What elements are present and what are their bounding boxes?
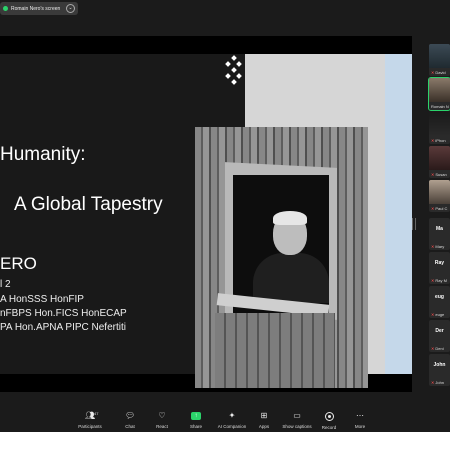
video-thumbnail <box>429 180 450 204</box>
video-thumbnail <box>429 112 450 136</box>
participant-name: Mary <box>435 244 445 249</box>
credential-line: A HonSSS HonFIP <box>0 294 84 305</box>
participant-tile[interactable]: Ray ✕ Ray M <box>429 252 450 284</box>
window-photograph <box>195 127 368 388</box>
chat-label: Chat <box>125 424 135 429</box>
participant-initials: Ray <box>434 260 445 266</box>
slide-blue-panel <box>385 54 412 374</box>
screen-share-indicator[interactable]: Romain Nero's screen ⌄ <box>0 2 78 15</box>
more-icon: ⋯ <box>356 411 364 420</box>
participant-tile[interactable]: ✕ David <box>429 44 450 76</box>
share-button[interactable]: ↑ Share <box>178 412 214 429</box>
participant-tile[interactable]: eug ✕ euge <box>429 286 450 318</box>
react-button[interactable]: ♡ React <box>144 411 180 430</box>
ai-companion-button[interactable]: ✦ AI Companion <box>214 411 250 430</box>
credential-line: PA Hon.APNA PIPC Nefertiti <box>0 322 126 333</box>
ai-companion-label: AI Companion <box>217 424 247 429</box>
video-thumbnail <box>429 44 450 68</box>
participant-name: Romain N <box>431 104 449 109</box>
more-button[interactable]: ⋯ More <box>342 411 378 430</box>
record-icon <box>324 412 334 421</box>
more-label: More <box>354 424 366 429</box>
desktop-background <box>0 432 450 450</box>
chat-icon: 💬︎ <box>125 411 136 420</box>
credential-line: l 2 <box>0 279 11 290</box>
participant-initials: Ma <box>436 226 443 232</box>
sparkle-icon: ✦ <box>228 411 236 420</box>
mic-muted-icon: ✕ <box>431 278 435 283</box>
presenter-name: ERO <box>0 254 37 273</box>
participants-button[interactable]: 👥︎ 47 Participants <box>72 411 108 429</box>
participant-name: Deni <box>435 346 444 351</box>
video-thumbnail <box>429 146 450 170</box>
chevron-down-icon[interactable]: ⌄ <box>66 4 75 13</box>
heart-icon: ♡ <box>158 411 166 420</box>
mic-muted-icon: ✕ <box>431 346 435 351</box>
mic-muted-icon: ✕ <box>431 206 435 211</box>
participant-tile[interactable]: Ma ✕ Mary <box>429 218 450 250</box>
captions-button[interactable]: ▭ Show captions <box>279 411 315 430</box>
shared-screen: Humanity: A Global Tapestry ERO l 2 A Ho… <box>0 36 412 392</box>
participant-initials: eug <box>435 294 444 300</box>
share-icon: ↑ <box>191 412 201 420</box>
participant-name: iPhon <box>435 138 446 143</box>
react-label: React <box>156 424 168 429</box>
credential-line: nFBPS Hon.FICS HonECAP <box>0 308 127 319</box>
chat-button[interactable]: 💬︎ Chat <box>112 411 148 430</box>
share-status-dot <box>3 6 8 11</box>
participant-tile[interactable]: John ✕ John <box>429 354 450 386</box>
participant-name: Paul C <box>435 206 448 211</box>
participant-initials: Der <box>435 328 444 334</box>
share-label: Share <box>189 424 202 429</box>
slide-decor-dots <box>225 55 242 85</box>
mic-muted-icon: ✕ <box>431 172 435 177</box>
participants-label: Participants <box>78 424 102 429</box>
mic-muted-icon: ✕ <box>431 312 435 317</box>
participant-name: David <box>435 70 446 75</box>
participant-tile[interactable]: ✕ Paul C <box>429 180 450 212</box>
mic-muted-icon: ✕ <box>431 380 435 385</box>
captions-label: Show captions <box>282 424 312 429</box>
meeting-toolbar: 👥︎ 47 Participants 💬︎ Chat ♡ React ↑ Sha… <box>0 402 450 432</box>
mic-muted-icon: ✕ <box>431 70 435 75</box>
mic-muted-icon: ✕ <box>431 138 435 143</box>
apps-icon: ⊞ <box>260 411 268 420</box>
participant-name: Susan <box>435 172 447 177</box>
apps-button[interactable]: ⊞ Apps <box>246 411 282 430</box>
participant-name: Ray M <box>435 278 447 283</box>
participant-name: John <box>435 380 445 385</box>
panel-resize-handle[interactable] <box>412 218 416 230</box>
participant-tile[interactable]: Der ✕ Deni <box>429 320 450 352</box>
participant-name: euge <box>435 312 445 317</box>
top-bar: Romain Nero's screen ⌄ <box>0 0 450 18</box>
mic-muted-icon: ✕ <box>431 244 435 249</box>
slide-title-line-2: A Global Tapestry <box>14 194 163 215</box>
zoom-meeting-window: Romain Nero's screen ⌄ Humanity: A Globa… <box>0 0 450 450</box>
captions-icon: ▭ <box>293 411 301 420</box>
participant-initials: John <box>433 362 446 368</box>
apps-label: Apps <box>258 424 270 429</box>
participant-strip: ✕ David Romain N ✕ iPhon ✕ Susan ✕ Paul C Ma… <box>426 36 450 402</box>
slide-title-line-1: Humanity: <box>0 144 86 165</box>
participant-tile[interactable]: ✕ iPhon <box>429 112 450 144</box>
participant-tile[interactable]: Romain N <box>428 77 450 111</box>
video-thumbnail <box>429 78 450 102</box>
participant-tile[interactable]: ✕ Susan <box>429 146 450 178</box>
participant-count: 47 <box>94 411 99 416</box>
share-indicator-label: Romain Nero's screen <box>11 5 61 12</box>
